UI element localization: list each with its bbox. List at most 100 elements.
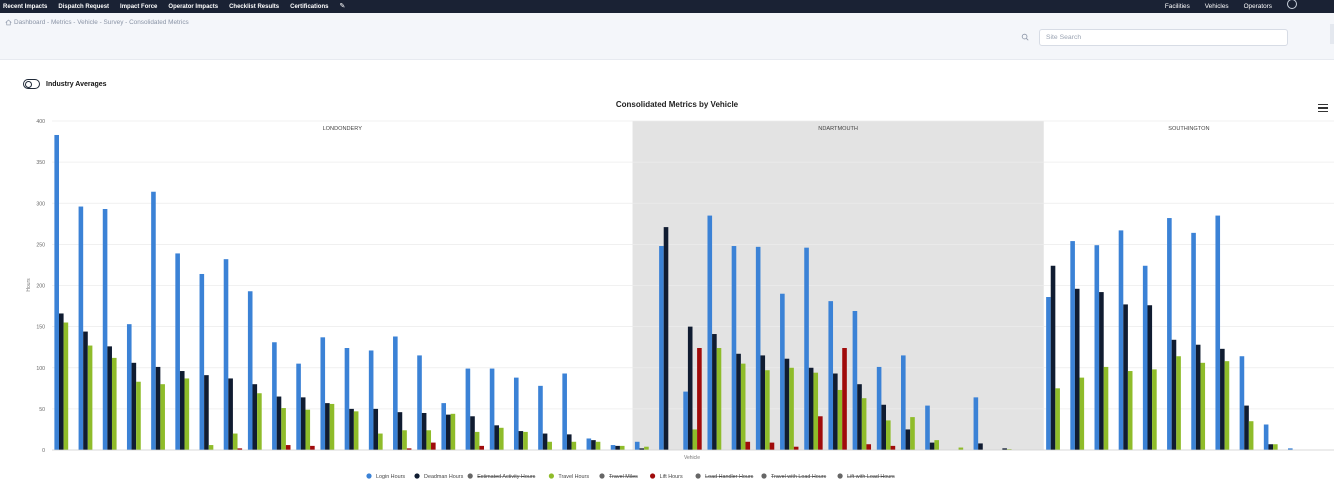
bar-travel-hours: [329, 403, 335, 450]
bar-deadman-hours: [276, 396, 282, 450]
bar-deadman-hours: [252, 384, 258, 450]
bar-lift-hours: [769, 442, 775, 450]
pencil-icon[interactable]: ✎: [339, 3, 345, 10]
bar-deadman-hours: [1147, 305, 1153, 450]
bar-travel-hours: [281, 408, 286, 450]
y-tick-label: 0: [42, 448, 45, 454]
nav-certifications[interactable]: Certifications: [290, 4, 328, 10]
bar-travel-hours: [765, 370, 770, 450]
bar-travel-hours: [523, 431, 528, 450]
bar-login-hours: [1167, 218, 1172, 450]
nav-facilities[interactable]: Facilities: [1165, 3, 1190, 10]
nav-operators[interactable]: Operators: [1244, 3, 1272, 10]
x-axis-label: Vehicle: [684, 455, 700, 461]
legend-item[interactable]: Travel Miles: [609, 474, 638, 480]
y-tick-label: 200: [36, 284, 45, 290]
search-icon[interactable]: [1020, 32, 1031, 43]
search-input[interactable]: [1039, 29, 1288, 46]
y-tick-label: 100: [36, 366, 45, 372]
bar-deadman-hours: [58, 313, 64, 450]
bar-lift-hours: [818, 416, 823, 450]
nav-checklist-results[interactable]: Checklist Results: [229, 4, 279, 10]
bar-deadman-hours: [155, 366, 161, 450]
bar-travel-hours: [402, 430, 407, 450]
bar-travel-hours: [1273, 444, 1278, 450]
legend-item[interactable]: Lift with Load Hours: [847, 474, 895, 480]
legend-item[interactable]: Travel with Load Hours: [771, 474, 827, 480]
nav-dispatch-request[interactable]: Dispatch Request: [58, 4, 109, 10]
bar-deadman-hours: [373, 408, 379, 450]
breadcrumb-text[interactable]: Dashboard - Metrics - Vehicle - Survey -…: [14, 19, 189, 26]
bar-login-hours: [320, 337, 326, 450]
bar-lift-hours: [285, 445, 291, 450]
bar-travel-hours: [1055, 388, 1060, 450]
nav-operator-impacts[interactable]: Operator Impacts: [168, 4, 218, 10]
scrollbar[interactable]: [1330, 24, 1334, 44]
bar-travel-hours: [595, 441, 601, 450]
bar-travel-hours: [257, 393, 262, 450]
consolidated-metrics-chart: LONDONDERY NDARTMOUTH SOUTHINGTON 0 50 100 150…: [26, 100, 1334, 480]
bar-login-hours: [562, 373, 567, 450]
bar-travel-hours: [498, 427, 504, 450]
bar-travel-hours: [1103, 366, 1109, 450]
bar-deadman-hours: [1099, 292, 1104, 450]
legend-item[interactable]: Deadman Hours: [424, 474, 464, 480]
bar-login-hours: [1070, 241, 1075, 450]
bar-travel-hours: [837, 389, 843, 450]
bar-travel-hours: [378, 433, 383, 450]
bar-travel-hours: [1176, 356, 1181, 450]
bar-deadman-hours: [663, 227, 669, 450]
bar-login-hours: [925, 405, 930, 450]
bar-login-hours: [973, 397, 979, 450]
bar-travel-hours: [1079, 377, 1085, 450]
nav-vehicles[interactable]: Vehicles: [1205, 3, 1229, 10]
bar-login-hours: [1239, 356, 1245, 450]
bar-lift-hours: [431, 442, 436, 450]
bar-login-hours: [1118, 230, 1124, 450]
bar-deadman-hours: [978, 443, 983, 450]
bar-deadman-hours: [1171, 339, 1177, 450]
y-tick-label: 150: [36, 325, 45, 331]
legend-item[interactable]: Lift Hours: [660, 474, 683, 480]
legend-item[interactable]: Travel Hours: [558, 474, 589, 480]
bar-travel-hours: [1152, 369, 1157, 450]
bar-login-hours: [78, 206, 84, 450]
bar-travel-hours: [136, 381, 141, 450]
bar-login-hours: [151, 191, 156, 451]
bar-deadman-hours: [566, 434, 572, 450]
nav-impact-force[interactable]: Impact Force: [120, 4, 157, 10]
group-label: NDARTMOUTH: [818, 126, 858, 132]
legend-item[interactable]: Estimated Activity Hours: [477, 474, 535, 480]
bar-deadman-hours: [228, 378, 233, 450]
bar-lift-hours: [890, 445, 896, 450]
chart-title: Consolidated Metrics by Vehicle: [616, 100, 739, 109]
bar-login-hours: [876, 366, 882, 450]
legend-marker: [650, 473, 656, 479]
bar-deadman-hours: [325, 403, 330, 450]
industry-averages-toggle-row: Industry Averages: [23, 79, 107, 89]
bar-deadman-hours: [833, 373, 838, 450]
bar-login-hours: [393, 336, 398, 450]
industry-averages-toggle[interactable]: [23, 79, 40, 89]
bar-lift-hours: [866, 444, 872, 450]
home-icon[interactable]: [5, 19, 12, 26]
legend-item[interactable]: Login Hours: [376, 474, 405, 480]
user-avatar-icon[interactable]: [1287, 0, 1297, 9]
bar-deadman-hours: [615, 445, 620, 450]
bar-deadman-hours: [857, 384, 862, 450]
bar-deadman-hours: [421, 412, 427, 450]
bar-travel-hours: [547, 441, 552, 450]
legend-item[interactable]: Load Handler Hours: [705, 474, 754, 480]
nav-recent-impacts[interactable]: Recent Impacts: [3, 4, 47, 10]
top-nav-bar: Recent Impacts Dispatch Request Impact F…: [0, 0, 1334, 13]
bar-deadman-hours: [1123, 304, 1128, 450]
bar-login-hours: [1263, 424, 1269, 450]
bar-travel-hours: [571, 441, 577, 450]
bar-deadman-hours: [712, 334, 717, 450]
bar-login-hours: [610, 445, 616, 450]
bar-deadman-hours: [784, 358, 790, 450]
bar-travel-hours: [886, 420, 891, 450]
legend-marker: [366, 473, 372, 479]
bar-login-hours: [707, 215, 713, 450]
bar-login-hours: [465, 368, 471, 450]
